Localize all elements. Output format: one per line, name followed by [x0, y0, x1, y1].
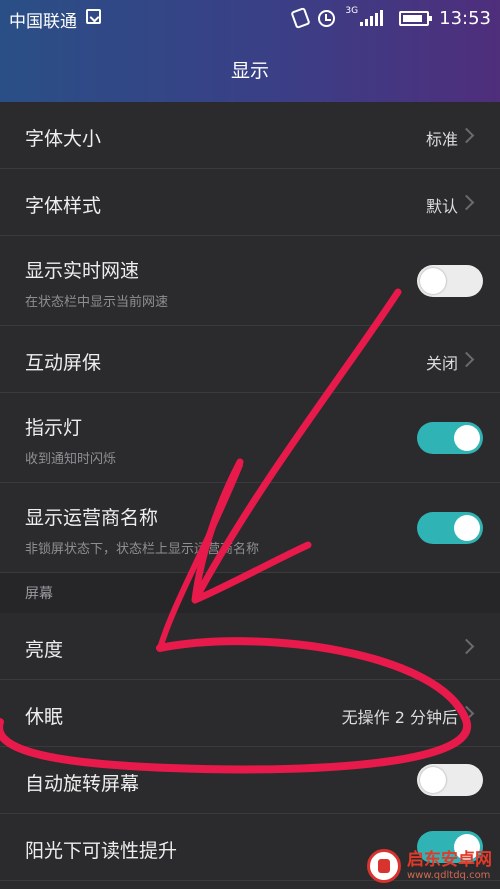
sim-icon: [86, 9, 101, 24]
status-icons: 3G 13:53: [290, 6, 491, 30]
setting-subtitle: 在状态栏中显示当前网速: [25, 295, 169, 310]
setting-title: 显示运营商名称: [25, 507, 159, 529]
section-header-screen: 屏幕: [0, 573, 500, 613]
section-label: 屏幕: [25, 586, 53, 602]
chevron-right-icon: [458, 194, 475, 211]
setting-brightness[interactable]: 亮度: [0, 613, 500, 680]
setting-font-size[interactable]: 字体大小 标准: [0, 102, 500, 169]
network-type: 3G: [345, 6, 359, 16]
watermark-logo-icon: [367, 849, 401, 883]
setting-value: 标准: [425, 130, 458, 149]
setting-title: 指示灯: [25, 417, 83, 439]
chevron-right-icon: [458, 351, 475, 368]
chevron-right-icon: [458, 638, 475, 655]
chevron-right-icon: [458, 127, 475, 144]
setting-title: 字体大小: [25, 128, 102, 150]
toggle-knob: [420, 767, 446, 793]
toggle-knob: [454, 515, 480, 541]
setting-title: 阳光下可读性提升: [25, 840, 178, 862]
setting-title: 休眠: [25, 706, 64, 728]
indicator-light-toggle[interactable]: [417, 422, 483, 454]
alarm-icon: [318, 9, 336, 27]
vibrate-icon: [290, 6, 312, 30]
setting-subtitle: 收到通知时闪烁: [25, 452, 117, 467]
app-header: 中国联通 3G 13:53 显示: [0, 0, 500, 102]
toggle-knob: [454, 425, 480, 451]
show-carrier-toggle[interactable]: [417, 512, 483, 544]
setting-show-carrier: 显示运营商名称 非锁屏状态下，状态栏上显示运营商名称: [0, 483, 500, 573]
setting-title: 亮度: [25, 639, 64, 661]
setting-auto-rotate: 自动旋转屏幕: [0, 747, 500, 814]
setting-title: 互动屏保: [25, 352, 102, 374]
page-title: 显示: [230, 60, 269, 82]
toggle-knob: [420, 268, 446, 294]
chevron-right-icon: [458, 705, 475, 722]
clock: 13:53: [439, 7, 491, 29]
watermark-url: www.qdltdq.com: [407, 869, 491, 881]
settings-list: 字体大小 标准 字体样式 默认 显示实时网速 在状态栏中显示当前网速 互动屏保 …: [0, 102, 500, 881]
battery-level: [403, 14, 423, 22]
watermark: 启东安卓网 www.qdltdq.com: [367, 849, 492, 883]
status-bar: 中国联通 3G 13:53: [0, 0, 500, 36]
setting-subtitle: 非锁屏状态下，状态栏上显示运营商名称: [25, 542, 260, 557]
setting-value: 关闭: [425, 354, 458, 373]
battery-icon: [399, 10, 433, 26]
setting-value: 默认: [425, 197, 458, 216]
watermark-name: 启东安卓网: [407, 850, 492, 871]
net-speed-toggle[interactable]: [417, 265, 483, 297]
carrier-name: 中国联通: [9, 12, 77, 32]
auto-rotate-toggle[interactable]: [417, 764, 483, 796]
setting-title: 自动旋转屏幕: [25, 773, 140, 795]
setting-net-speed: 显示实时网速 在状态栏中显示当前网速: [0, 236, 500, 326]
setting-value: 无操作 2 分钟后: [341, 708, 458, 727]
setting-title: 字体样式: [25, 195, 102, 217]
setting-screensaver[interactable]: 互动屏保 关闭: [0, 326, 500, 393]
setting-title: 显示实时网速: [25, 260, 140, 282]
signal-icon: [360, 10, 384, 26]
setting-sleep[interactable]: 休眠 无操作 2 分钟后: [0, 680, 500, 747]
setting-indicator-light: 指示灯 收到通知时闪烁: [0, 393, 500, 483]
setting-font-style[interactable]: 字体样式 默认: [0, 169, 500, 236]
